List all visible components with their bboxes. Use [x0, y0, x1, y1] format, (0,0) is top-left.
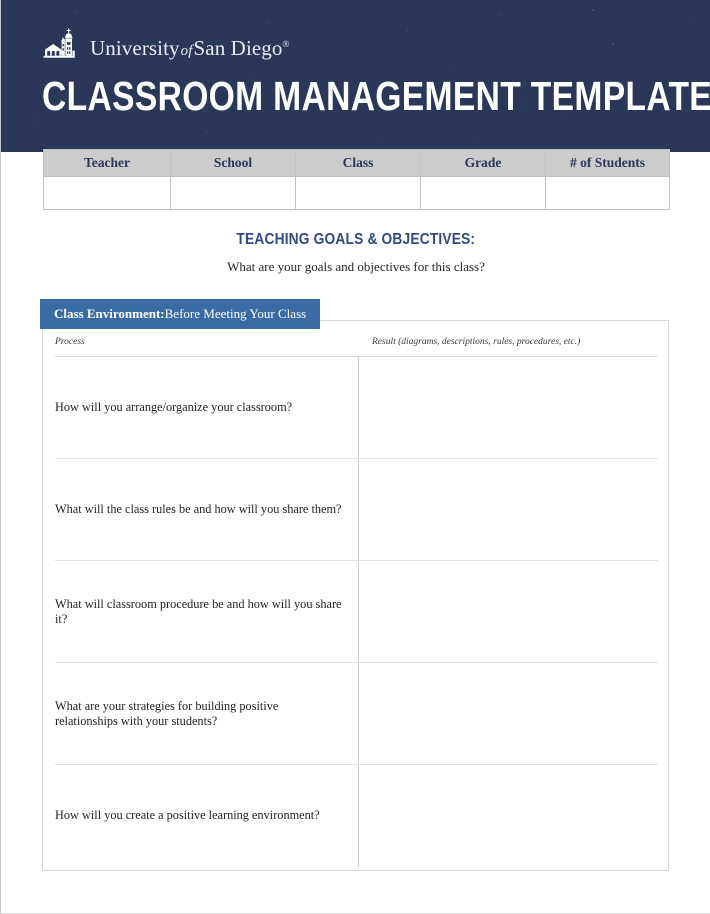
- class-field[interactable]: [295, 176, 421, 210]
- teaching-goals-section: TEACHING GOALS & OBJECTIVES: What are yo…: [1, 231, 710, 275]
- column-header-class: Class: [295, 149, 421, 177]
- wordmark-place: San Diego: [193, 36, 283, 60]
- usd-wordmark: UniversityofSan Diego®: [90, 34, 289, 64]
- table-row: How will you create a positive learning …: [55, 764, 658, 867]
- document-page: UniversityofSan Diego® CLASSROOM MANAGEM…: [0, 0, 710, 914]
- result-field-5[interactable]: [357, 764, 658, 867]
- table-header-row: Teacher School Class Grade # of Students: [43, 149, 670, 177]
- class-environment-panel: Process Result (diagrams, descriptions, …: [42, 320, 669, 871]
- table-row: What will classroom procedure be and how…: [55, 560, 658, 663]
- teaching-goals-heading: TEACHING GOALS & OBJECTIVES:: [236, 231, 476, 248]
- wordmark-university: University: [90, 36, 180, 60]
- process-question-5: How will you create a positive learning …: [55, 808, 320, 823]
- grade-field[interactable]: [420, 176, 546, 210]
- result-field-1[interactable]: [357, 356, 658, 459]
- teaching-goals-subtitle: What are your goals and objectives for t…: [227, 259, 485, 274]
- result-field-4[interactable]: [357, 662, 658, 765]
- process-question-1: How will you arrange/organize your class…: [55, 356, 358, 459]
- result-field-2[interactable]: [357, 458, 658, 561]
- column-header-result: Result (diagrams, descriptions, rules, p…: [358, 337, 658, 357]
- school-field[interactable]: [170, 176, 296, 210]
- usd-mission-church-icon: [43, 28, 75, 58]
- usd-logo: UniversityofSan Diego®: [43, 28, 289, 64]
- column-header-number-of-students: # of Students: [545, 149, 670, 177]
- column-header-process: Process: [55, 337, 358, 357]
- number-of-students-field[interactable]: [545, 176, 670, 210]
- column-header-teacher: Teacher: [43, 149, 171, 177]
- class-environment-banner: Class Environment: Before Meeting Your C…: [40, 299, 321, 329]
- page-title: CLASSROOM MANAGEMENT TEMPLATE: [42, 73, 710, 119]
- registered-trademark-icon: ®: [282, 39, 290, 49]
- column-header-grade: Grade: [420, 149, 546, 177]
- table-row: What will the class rules be and how wil…: [55, 458, 658, 561]
- process-result-table: Process Result (diagrams, descriptions, …: [55, 337, 658, 867]
- process-question-3: What will classroom procedure be and how…: [55, 560, 358, 663]
- column-header-school: School: [170, 149, 296, 177]
- process-table-header-row: Process Result (diagrams, descriptions, …: [55, 337, 658, 357]
- table-row: [43, 176, 670, 210]
- process-question-2: What will the class rules be and how wil…: [55, 458, 358, 561]
- process-question-4: What are your strategies for building po…: [55, 662, 358, 765]
- teacher-field[interactable]: [43, 176, 171, 210]
- class-environment-banner-label: Class Environment:: [54, 306, 165, 321]
- class-environment-banner-subtitle: Before Meeting Your Class: [164, 306, 307, 321]
- class-info-table: Teacher School Class Grade # of Students: [43, 149, 670, 210]
- result-field-3[interactable]: [357, 560, 658, 663]
- table-row: How will you arrange/organize your class…: [55, 356, 658, 459]
- wordmark-of: of: [180, 43, 193, 59]
- table-row: What are your strategies for building po…: [55, 662, 658, 765]
